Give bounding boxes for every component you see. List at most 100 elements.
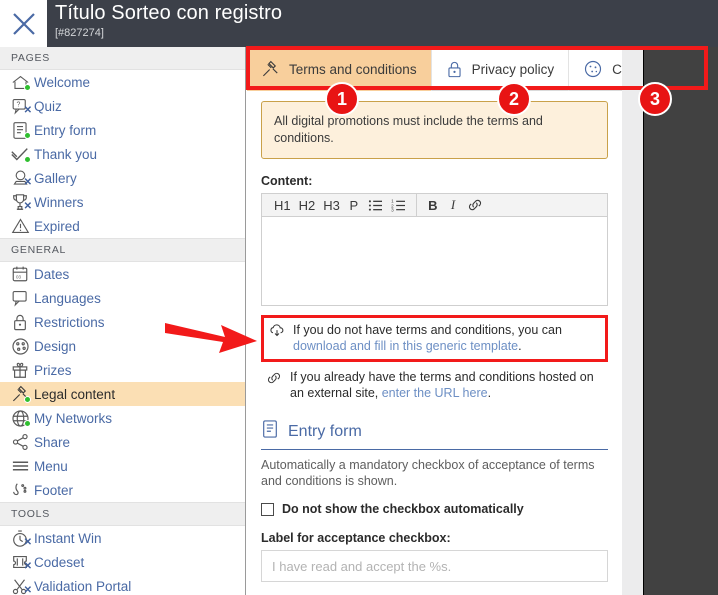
tab-privacy-policy[interactable]: Privacy policy [432,47,570,91]
sidebar-item-entry-form[interactable]: Entry form [0,118,245,142]
gavel-icon [9,384,31,404]
footer-icon [9,480,31,500]
gallery-icon: ✕ [9,168,32,188]
title-bar: Título Sorteo con registro [#827274] [0,0,718,47]
home-icon [9,72,31,92]
app-root: Título Sorteo con registro [#827274] PAG… [0,0,718,595]
legal-tabs[interactable]: Terms and conditions Privacy policy C [247,47,622,91]
sidebar-item-menu[interactable]: Menu [0,454,245,478]
sidebar-item-label: My Networks [34,410,113,426]
tab-cookies-policy[interactable]: Cookies policy [569,47,622,91]
download-template-link[interactable]: download and fill in this generic templa… [293,339,518,353]
italic-button[interactable]: I [443,194,463,216]
stopwatch-icon: ✕ [9,528,32,548]
enter-url-link[interactable]: enter the URL here [382,386,488,400]
sidebar-section-header: PAGES [0,47,245,70]
hide-checkbox-input[interactable] [261,502,274,516]
content-editor[interactable]: H1 H2 H3 P 1 2 3 B I [261,193,608,306]
sidebar-item-welcome[interactable]: Welcome [0,70,245,94]
sidebar-item-languages[interactable]: Languages [0,286,245,310]
question-icon: ? ✕ [9,96,32,116]
sidebar-item-expired[interactable]: Expired [0,214,245,238]
status-dot-disabled: ✕ [23,105,32,116]
sidebar-section-header: GENERAL [0,238,245,262]
sidebar-item-dates[interactable]: 03 Dates [0,262,245,286]
network-icon [9,408,31,428]
sidebar-item-winners[interactable]: ✕ Winners [0,190,245,214]
annotation-badge-2: 2 [497,82,531,116]
sidebar-item-label: Welcome [34,74,91,90]
lock-icon [9,312,31,332]
sidebar-item-prizes[interactable]: Prizes [0,358,245,382]
close-button[interactable] [0,0,47,47]
paragraph-button[interactable]: P [344,194,364,216]
bold-button[interactable]: B [423,194,443,216]
cloud-download-icon [269,322,285,342]
sidebar-item-design[interactable]: Design [0,334,245,358]
gavel-icon [261,60,280,79]
tab-label: Cookies policy [612,61,622,77]
status-dot-enabled [24,84,31,91]
content-label: Content: [261,174,313,188]
status-dot-disabled: ✕ [23,201,32,212]
form-icon [261,419,279,444]
sidebar-item-instant-win[interactable]: ✕ Instant Win [0,526,245,550]
sidebar-item-label: Menu [34,458,68,474]
svg-text:3: 3 [391,207,394,211]
sidebar-item-label: Prizes [34,362,72,378]
info-banner: All digital promotions must include the … [261,101,608,159]
sidebar-item-label: Quiz [34,98,62,114]
main-content: Terms and conditions Privacy policy C Al… [247,47,622,595]
sidebar-item-thank-you[interactable]: Thank you [0,142,245,166]
sidebar-item-gallery[interactable]: ✕ Gallery [0,166,245,190]
sidebar-item-restrictions[interactable]: Restrictions [0,310,245,334]
acceptance-label-title: Label for acceptance checkbox: [261,531,451,545]
warning-icon [9,216,31,236]
toolbar-divider [415,193,417,217]
sidebar-item-label: Thank you [34,146,98,162]
heading-2-button[interactable]: H2 [295,194,320,216]
calendar-icon: 03 [9,264,31,284]
sidebar-item-share[interactable]: Share [0,430,245,454]
sidebar-item-label: Expired [34,218,80,234]
page-title: Título Sorteo con registro [55,2,283,24]
right-dark-panel [643,47,718,595]
sidebar-item-validation-portal[interactable]: ✕ Validation Portal [0,574,245,595]
sidebar-item-label: Instant Win [34,530,102,546]
scissors-icon: ✕ [9,576,32,595]
external-url-hint: If you already have the terms and condit… [261,369,608,401]
editor-text-area[interactable] [262,217,607,305]
heading-1-button[interactable]: H1 [270,194,295,216]
status-dot-enabled [24,420,31,427]
sidebar-item-label: Gallery [34,170,77,186]
numbered-list-button[interactable]: 1 2 3 [387,194,410,216]
form-icon [9,120,31,140]
acceptance-label-input[interactable] [261,550,608,582]
sidebar-item-label: Winners [34,194,84,210]
entry-form-section-title: Entry form [261,419,608,450]
sidebar-item-my-networks[interactable]: My Networks [0,406,245,430]
share-icon [9,432,31,452]
promotion-id: [#827274] [55,27,104,39]
editor-toolbar[interactable]: H1 H2 H3 P 1 2 3 B I [262,193,607,217]
sidebar-item-footer[interactable]: Footer [0,478,245,502]
sidebar-item-label: Share [34,434,71,450]
sidebar-item-quiz[interactable]: ? ✕ Quiz [0,94,245,118]
sidebar-item-legal-content[interactable]: Legal content [0,382,245,406]
status-dot-enabled [24,132,31,139]
sidebar[interactable]: PAGES Welcome? ✕ Quiz Entry form Thank you ✕ Ga… [0,47,246,595]
sidebar-item-label: Design [34,338,77,354]
bullet-list-button[interactable] [364,194,387,216]
sidebar-item-label: Languages [34,290,101,306]
link-icon [266,369,282,389]
check-icon [9,144,31,164]
sidebar-item-label: Entry form [34,122,97,138]
tab-label: Privacy policy [471,61,555,77]
hide-checkbox-row[interactable]: Do not show the checkbox automatically [261,502,608,516]
sidebar-item-label: Footer [34,482,74,498]
sidebar-item-label: Dates [34,266,70,282]
sidebar-item-codeset[interactable]: ✕ Codeset [0,550,245,574]
heading-3-button[interactable]: H3 [319,194,344,216]
link-button[interactable] [463,194,487,216]
tab-label: Terms and conditions [289,61,417,77]
